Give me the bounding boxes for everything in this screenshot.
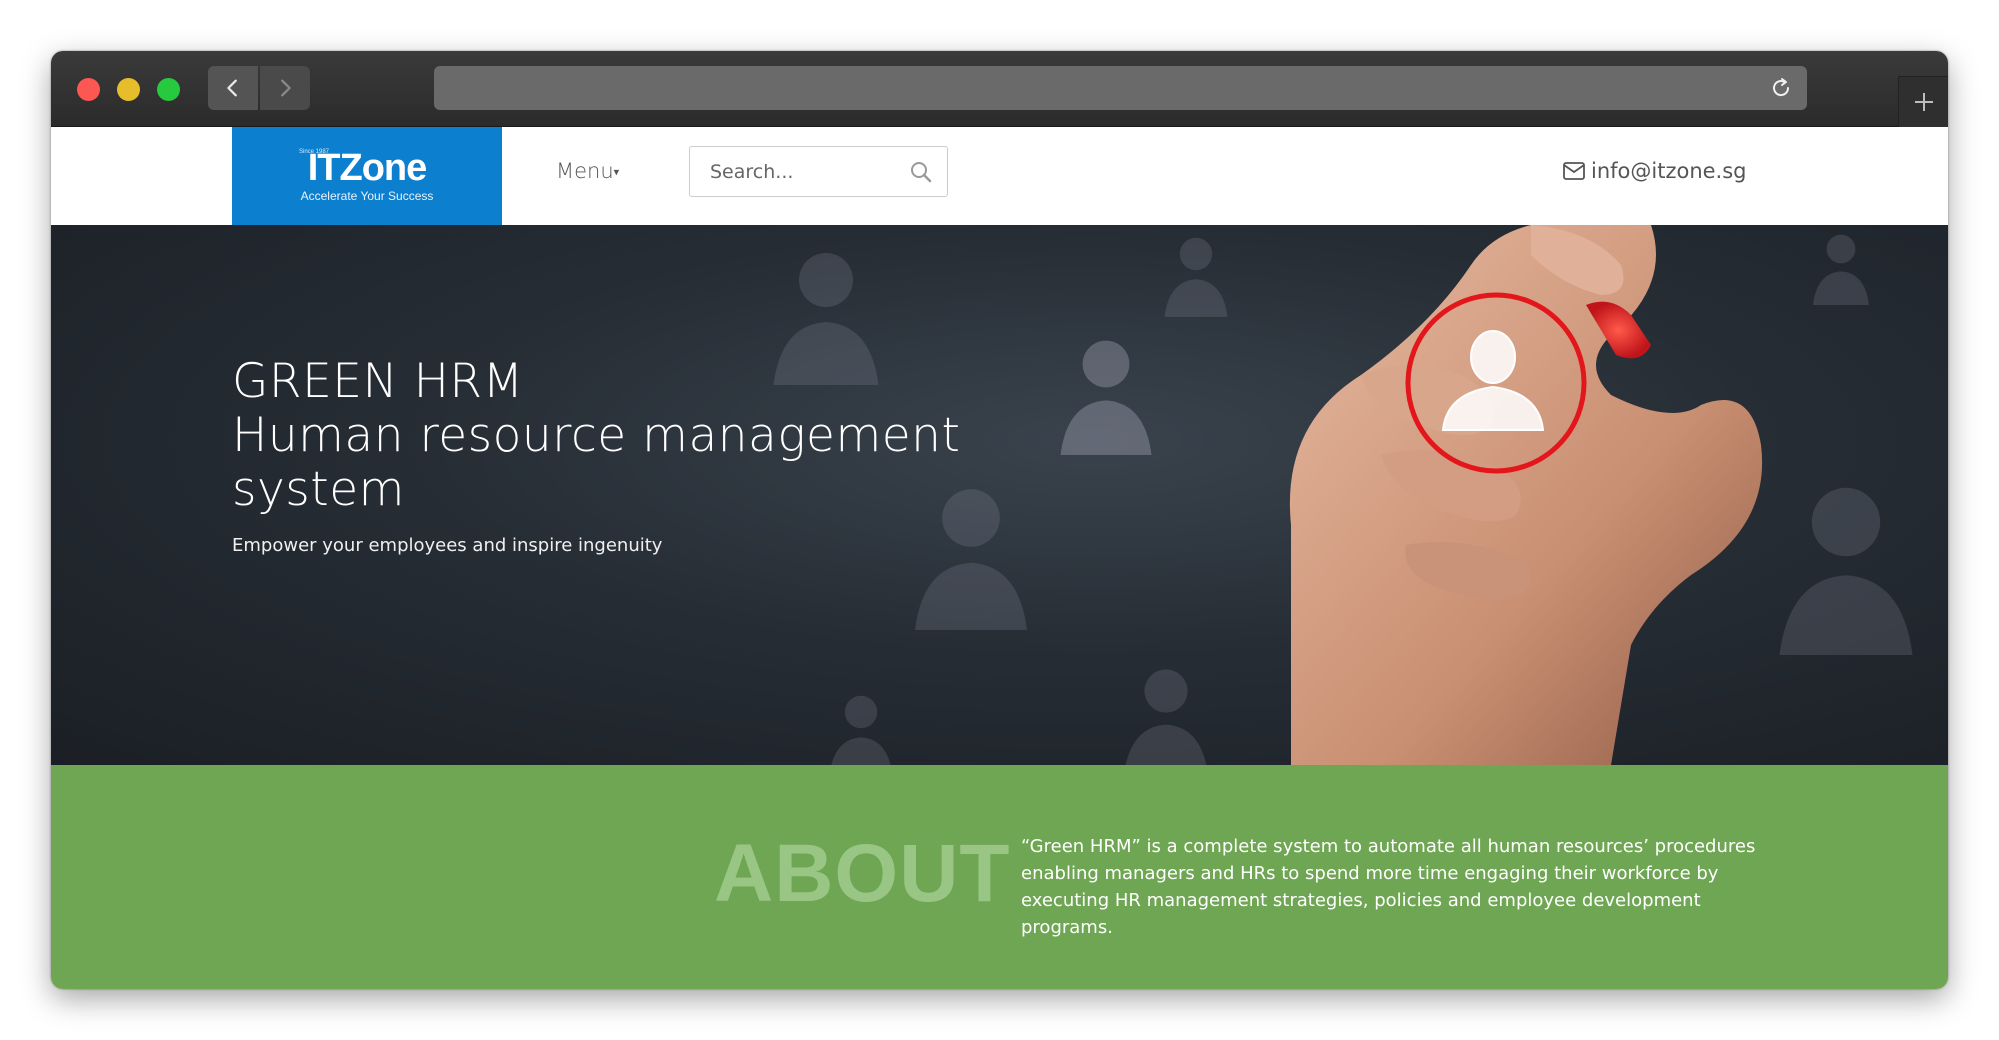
hero-title: GREEN HRM Human resource management syst… — [232, 355, 960, 517]
person-silhouette-icon — [1060, 340, 1152, 455]
hero-title-line: GREEN HRM — [232, 354, 524, 409]
plus-icon — [1914, 93, 1933, 111]
forward-button[interactable] — [260, 66, 310, 110]
chevron-right-icon — [281, 79, 291, 97]
address-bar[interactable] — [434, 66, 1807, 110]
hero-subtitle: Empower your employees and inspire ingen… — [232, 535, 663, 556]
maximize-window-button[interactable] — [157, 78, 180, 101]
search-icon[interactable] — [909, 160, 933, 184]
about-line: enabling managers and HRs to spend more … — [1021, 863, 1719, 884]
reload-icon[interactable] — [1769, 76, 1793, 100]
menu-label: Menu — [556, 159, 614, 183]
about-section: ABOUT “Green HRM” is a complete system t… — [51, 765, 1948, 989]
hero-text: GREEN HRM Human resource management syst… — [232, 355, 960, 557]
search-box — [689, 146, 948, 197]
person-silhouette-icon — [1125, 669, 1207, 765]
hero-title-line: system — [232, 462, 405, 517]
new-tab-button[interactable] — [1898, 76, 1948, 127]
back-button[interactable] — [208, 66, 258, 110]
site-header: Since 1987 ITZone Accelerate Your Succes… — [51, 127, 1948, 225]
person-silhouette-icon — [831, 695, 891, 765]
email-text: info@itzone.sg — [1591, 159, 1747, 183]
hero-title-line: Human resource management — [232, 408, 961, 463]
caret-down-icon: ▾ — [613, 165, 620, 179]
browser-window: Since 1987 ITZone Accelerate Your Succes… — [51, 51, 1948, 989]
about-heading: ABOUT — [714, 828, 1011, 919]
close-window-button[interactable] — [77, 78, 100, 101]
itzone-logo[interactable]: Since 1987 ITZone Accelerate Your Succes… — [232, 127, 502, 225]
minimize-window-button[interactable] — [117, 78, 140, 101]
hero-banner: GREEN HRM Human resource management syst… — [51, 225, 1948, 765]
logo-brand: ITZone — [307, 147, 428, 189]
email-link[interactable]: info@itzone.sg — [1563, 159, 1747, 183]
chevron-left-icon — [227, 79, 237, 97]
about-line: “Green HRM” is a complete system to auto… — [1021, 836, 1756, 857]
hand-with-marker-image — [1289, 225, 1763, 765]
logo-tagline: Accelerate Your Success — [300, 189, 434, 203]
about-line: executing HR management strategies, poli… — [1021, 890, 1701, 938]
menu-dropdown[interactable]: Menu▾ — [556, 159, 619, 183]
about-description: “Green HRM” is a complete system to auto… — [1021, 833, 1781, 941]
web-page: Since 1987 ITZone Accelerate Your Succes… — [51, 127, 1948, 989]
envelope-icon — [1563, 162, 1585, 180]
browser-toolbar — [51, 51, 1948, 127]
